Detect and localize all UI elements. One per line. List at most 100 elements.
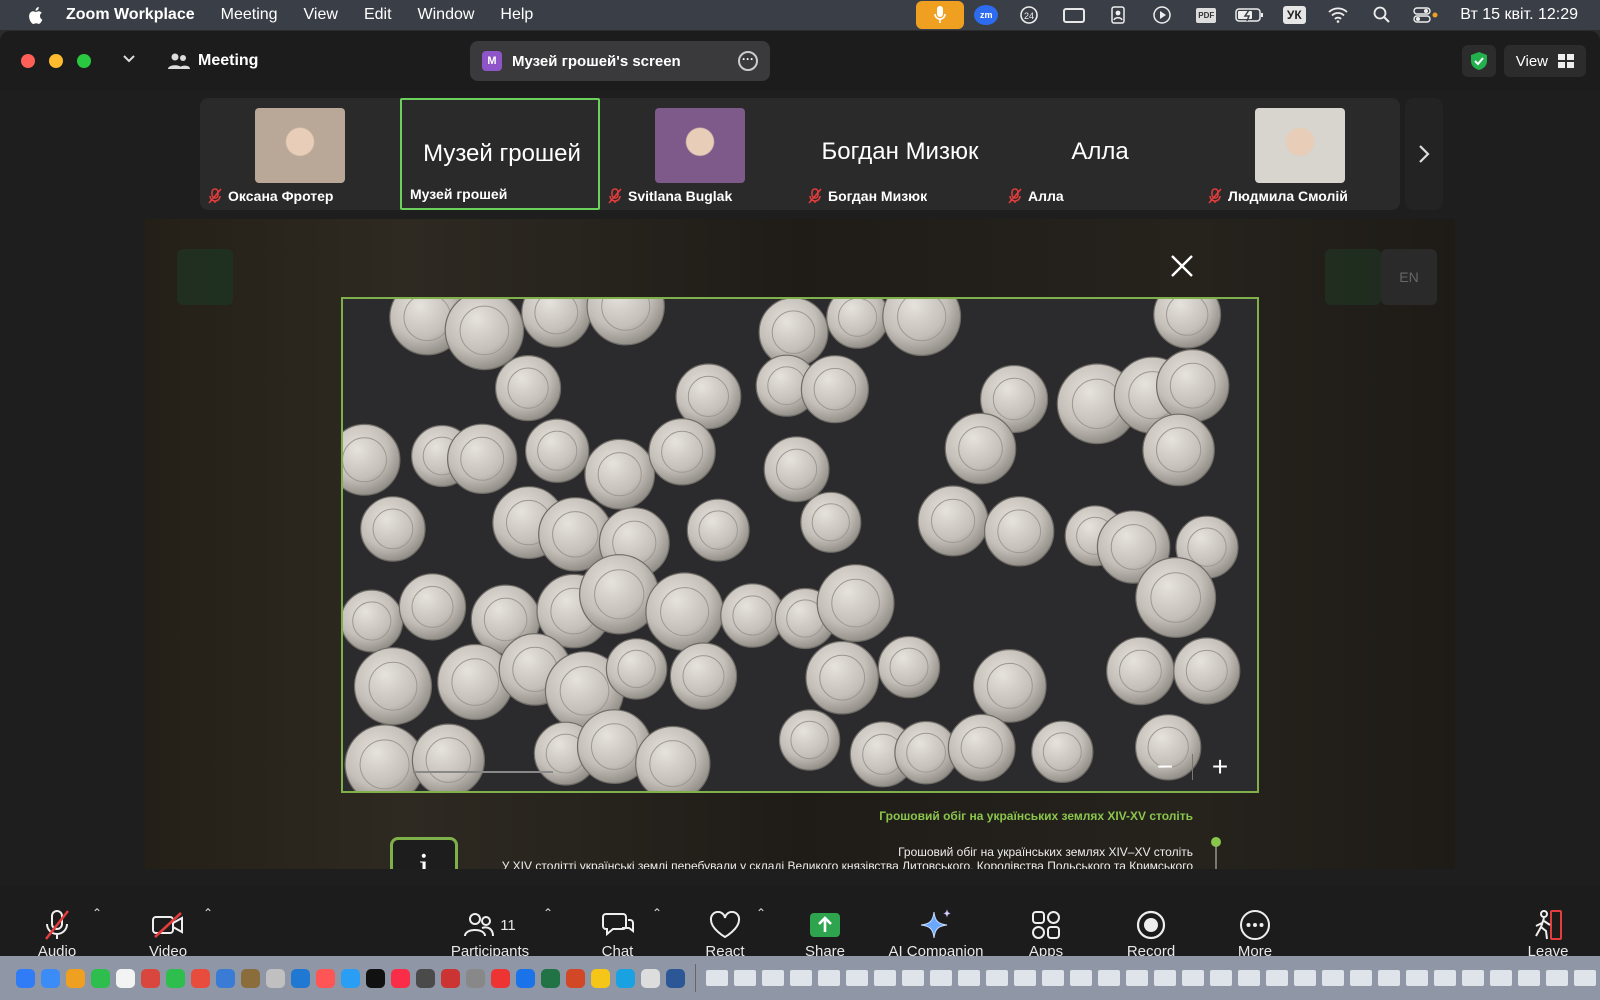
- dock-app-icon[interactable]: [316, 968, 335, 988]
- dock-app-icon[interactable]: [341, 968, 360, 988]
- more-button[interactable]: More: [1231, 896, 1279, 960]
- contacts-icon[interactable]: [1096, 0, 1140, 30]
- language-switch[interactable]: EN: [1381, 249, 1437, 305]
- sound-off-icon[interactable]: [177, 249, 233, 305]
- dock-minimized-window[interactable]: [734, 970, 756, 986]
- chat-button[interactable]: Chat: [595, 896, 640, 960]
- audio-button[interactable]: Audio: [32, 896, 82, 960]
- wifi-icon[interactable]: [1316, 0, 1360, 30]
- participant-tile[interactable]: Богдан Мизюк Богдан Мизюк: [800, 98, 1000, 210]
- dock-minimized-window[interactable]: [846, 970, 868, 986]
- dock-app-icon[interactable]: [566, 968, 585, 988]
- dock-minimized-window[interactable]: [1294, 970, 1316, 986]
- dock-app-icon[interactable]: [16, 968, 35, 988]
- dock-minimized-window[interactable]: [790, 970, 812, 986]
- dock-minimized-window[interactable]: [1546, 970, 1568, 986]
- dock-app-icon[interactable]: [166, 968, 185, 988]
- info-button[interactable]: i: [390, 837, 458, 869]
- more-options-icon[interactable]: ···: [738, 51, 758, 71]
- menu-edit[interactable]: Edit: [351, 0, 405, 30]
- dock-minimized-window[interactable]: [1322, 970, 1344, 986]
- dock-app-icon[interactable]: [416, 968, 435, 988]
- participant-tile[interactable]: Алла Алла: [1000, 98, 1200, 210]
- dock-app-icon[interactable]: [666, 968, 685, 988]
- dock-app-icon[interactable]: [391, 968, 410, 988]
- dock-minimized-window[interactable]: [1406, 970, 1428, 986]
- play-icon[interactable]: [1140, 0, 1184, 30]
- dock-minimized-window[interactable]: [1154, 970, 1176, 986]
- dock-app-icon[interactable]: [216, 968, 235, 988]
- dock-app-icon[interactable]: [541, 968, 560, 988]
- participant-tile[interactable]: Оксана Фротер: [200, 98, 400, 210]
- dock-minimized-window[interactable]: [1266, 970, 1288, 986]
- video-button[interactable]: Video: [143, 896, 193, 960]
- view-button[interactable]: View: [1503, 45, 1586, 77]
- dock-app-icon[interactable]: [91, 968, 110, 988]
- dock-app-icon[interactable]: [116, 968, 135, 988]
- fullscreen-icon[interactable]: [1325, 249, 1381, 305]
- dock-app-icon[interactable]: [366, 968, 385, 988]
- dock-minimized-window[interactable]: [902, 970, 924, 986]
- time-machine-icon[interactable]: 24: [1008, 0, 1052, 30]
- dock-minimized-window[interactable]: [986, 970, 1008, 986]
- menu-view[interactable]: View: [291, 0, 351, 30]
- dock-app-icon[interactable]: [516, 968, 535, 988]
- dock-minimized-window[interactable]: [1378, 970, 1400, 986]
- dock-minimized-window[interactable]: [1014, 970, 1036, 986]
- record-button[interactable]: Record: [1121, 896, 1181, 960]
- pdf-icon[interactable]: PDF: [1184, 0, 1228, 30]
- participant-tile[interactable]: Музей грошей Музей грошей: [400, 98, 600, 210]
- text-scroll-knob[interactable]: [1211, 837, 1221, 847]
- zoom-out-button[interactable]: −: [1138, 751, 1192, 783]
- encryption-shield-icon[interactable]: [1461, 45, 1496, 77]
- dock-app-icon[interactable]: [266, 968, 285, 988]
- apps-button[interactable]: Apps: [1021, 896, 1071, 960]
- share-button[interactable]: Share: [800, 896, 850, 960]
- menu-app-name[interactable]: Zoom Workplace: [48, 0, 208, 30]
- dock-minimized-window[interactable]: [1210, 970, 1232, 986]
- dock-minimized-window[interactable]: [1350, 970, 1372, 986]
- minimize-window-button[interactable]: [49, 54, 63, 68]
- next-page-arrow[interactable]: [1405, 98, 1443, 210]
- dock-app-icon[interactable]: [141, 968, 160, 988]
- participants-options-caret[interactable]: ⌃: [543, 906, 553, 920]
- dock-app-icon[interactable]: [641, 968, 660, 988]
- fullscreen-window-button[interactable]: [77, 54, 91, 68]
- dock-app-icon[interactable]: [441, 968, 460, 988]
- dock-minimized-window[interactable]: [1098, 970, 1120, 986]
- meeting-info-button[interactable]: Meeting: [168, 45, 258, 77]
- dock-minimized-window[interactable]: [1434, 970, 1456, 986]
- dock-app-icon[interactable]: [466, 968, 485, 988]
- menu-clock[interactable]: Вт 15 квіт. 12:29: [1448, 6, 1586, 24]
- dock-app-icon[interactable]: [66, 968, 85, 988]
- dock-minimized-window[interactable]: [930, 970, 952, 986]
- menu-help[interactable]: Help: [487, 0, 546, 30]
- shared-screen-pill[interactable]: M Музей грошей's screen ···: [470, 41, 770, 81]
- dock-minimized-window[interactable]: [1042, 970, 1064, 986]
- ai-companion-button[interactable]: AI Companion: [885, 896, 987, 960]
- dock-minimized-window[interactable]: [1182, 970, 1204, 986]
- leave-button[interactable]: Leave: [1525, 896, 1571, 960]
- dock-minimized-window[interactable]: [1238, 970, 1260, 986]
- dock-app-icon[interactable]: [616, 968, 635, 988]
- video-options-caret[interactable]: ⌃: [203, 906, 213, 920]
- dock-minimized-window[interactable]: [874, 970, 896, 986]
- battery-icon[interactable]: [1228, 0, 1272, 30]
- microphone-in-use-icon[interactable]: [916, 1, 965, 29]
- dock-app-icon[interactable]: [241, 968, 260, 988]
- dock-app-icon[interactable]: [591, 968, 610, 988]
- coin-image-viewer[interactable]: − +: [341, 297, 1259, 793]
- dock-minimized-window[interactable]: [1518, 970, 1540, 986]
- dock-minimized-window[interactable]: [1490, 970, 1512, 986]
- screen-mirroring-icon[interactable]: [1052, 0, 1096, 30]
- search-icon[interactable]: [1360, 0, 1404, 30]
- dock-app-icon[interactable]: [291, 968, 310, 988]
- keyboard-layout-indicator[interactable]: УК: [1272, 0, 1316, 30]
- dock-minimized-window[interactable]: [1462, 970, 1484, 986]
- react-options-caret[interactable]: ⌃: [756, 906, 766, 920]
- dock-minimized-window[interactable]: [1574, 970, 1596, 986]
- participant-tile[interactable]: Людмила Смолій: [1200, 98, 1400, 210]
- participants-button[interactable]: 11 Participants: [440, 896, 540, 960]
- menu-window[interactable]: Window: [405, 0, 488, 30]
- dock-minimized-window[interactable]: [1070, 970, 1092, 986]
